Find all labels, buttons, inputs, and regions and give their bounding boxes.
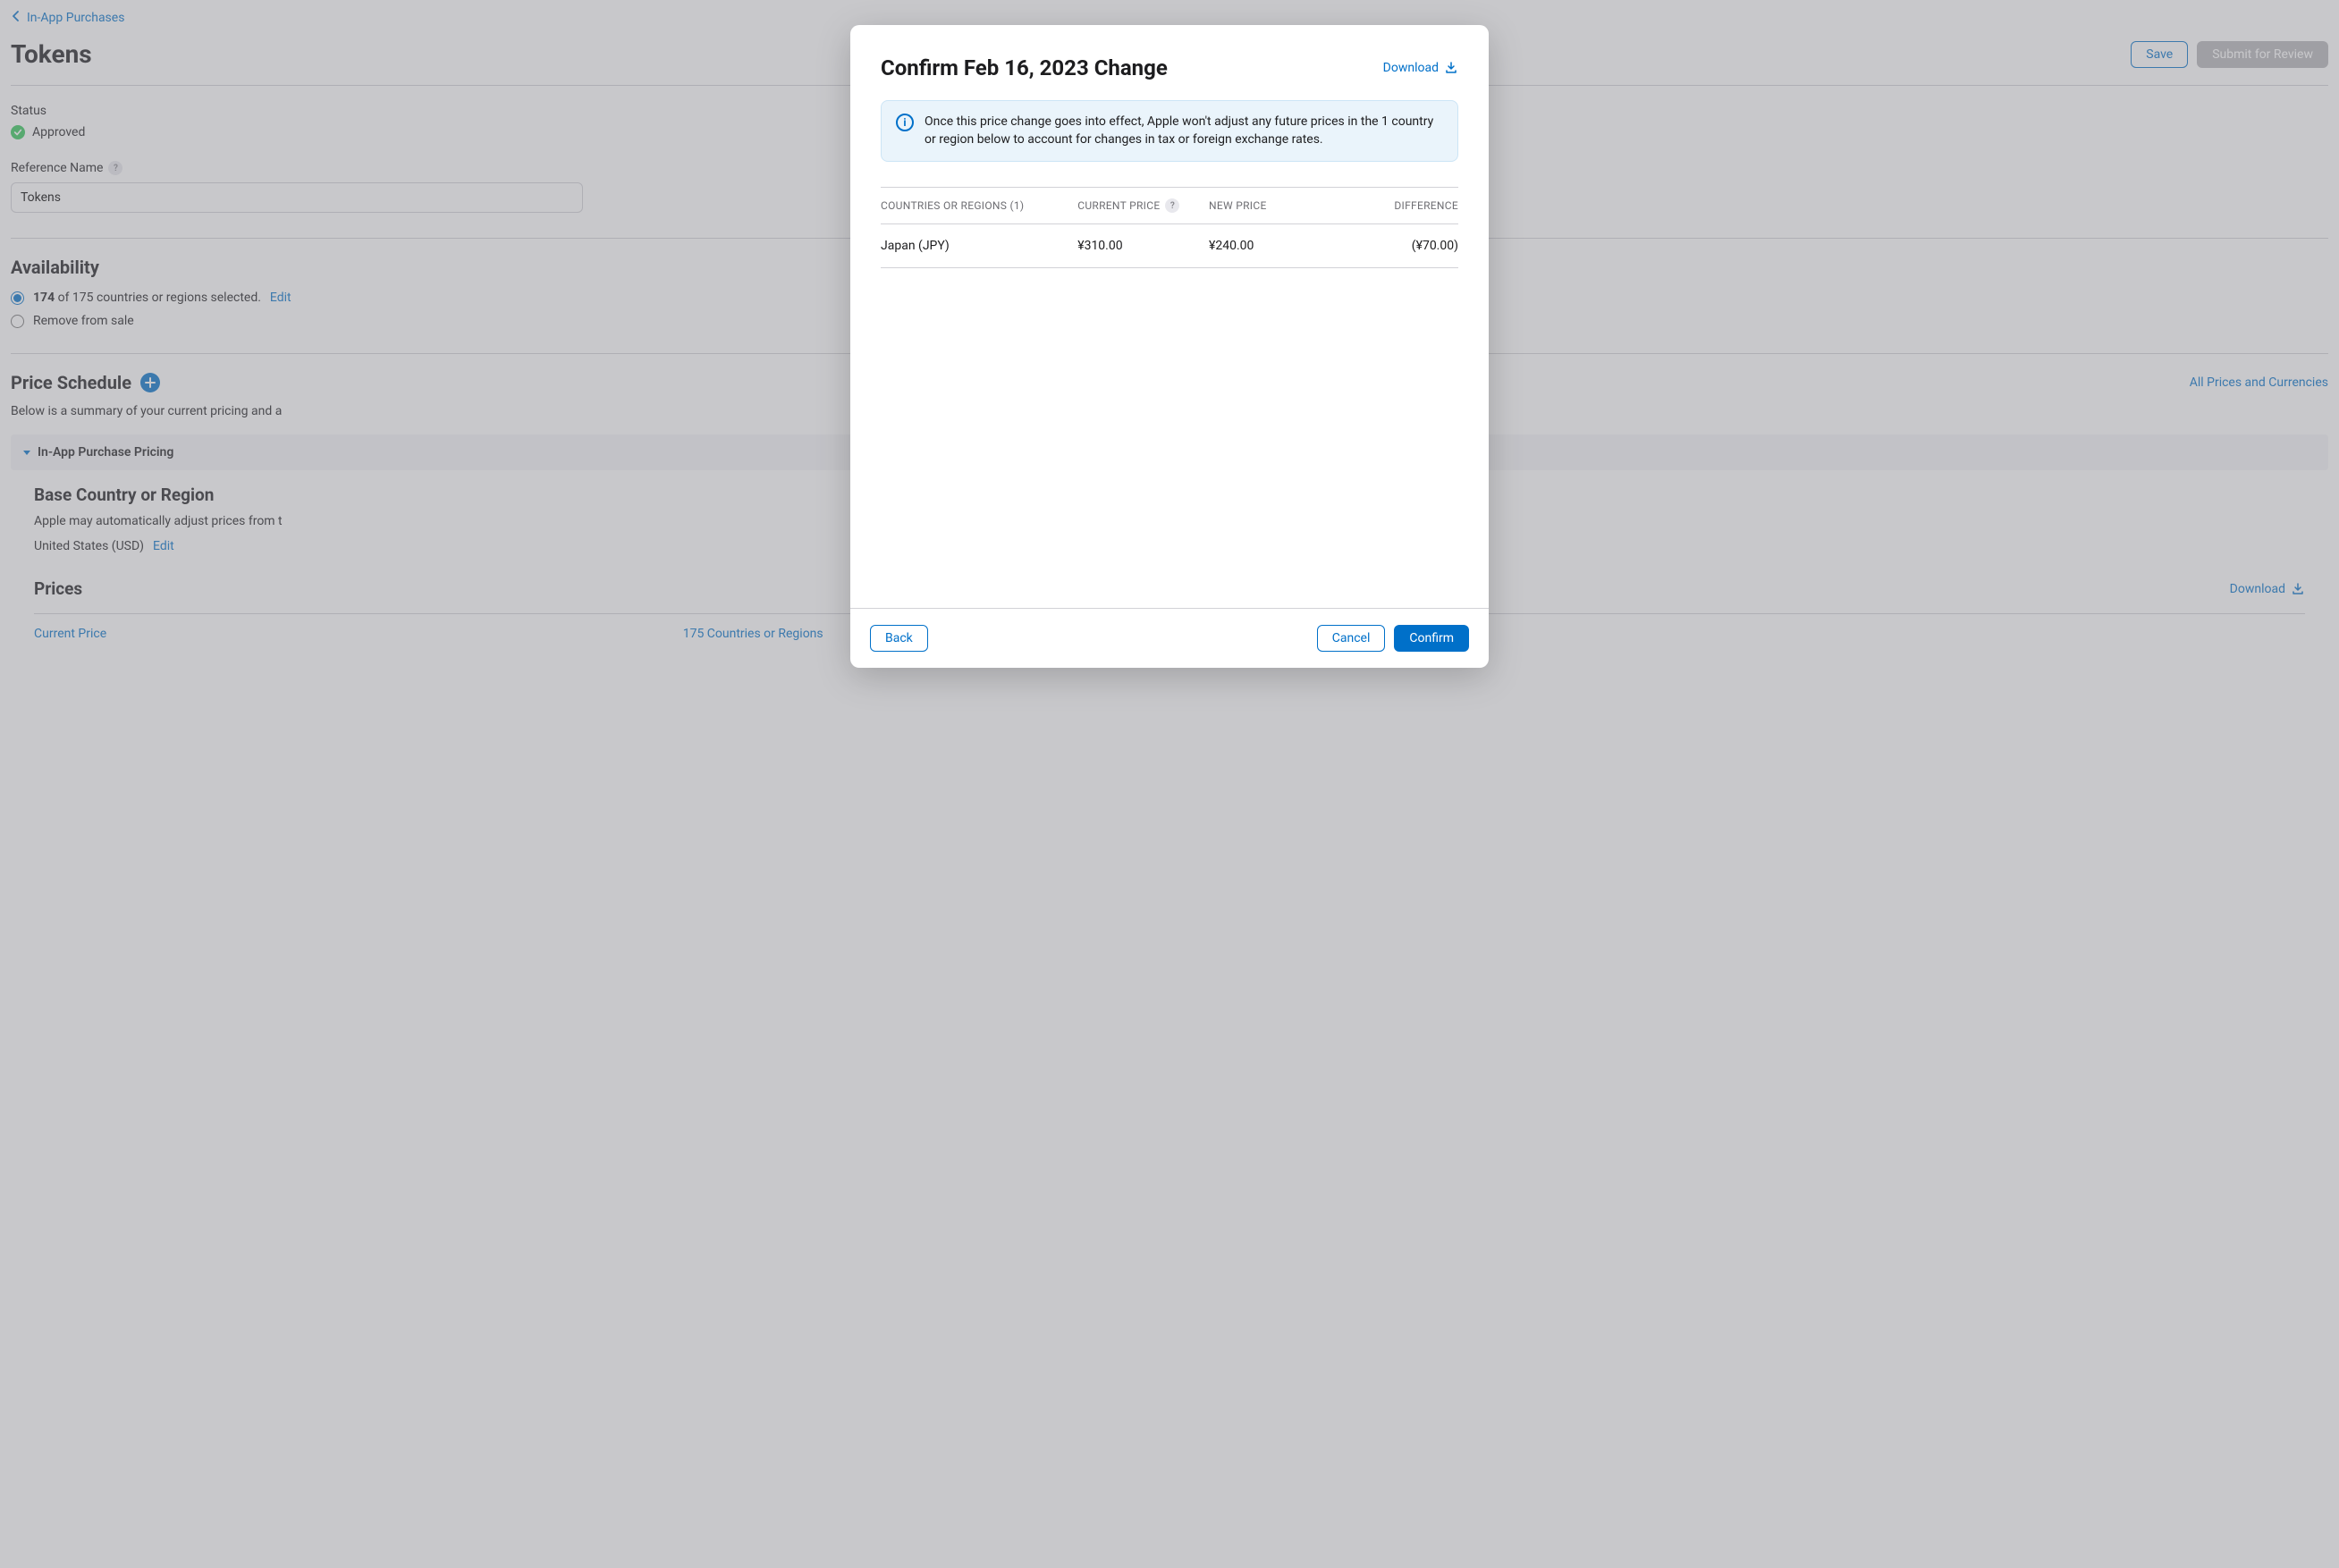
th-countries: COUNTRIES OR REGIONS (1): [881, 198, 1077, 213]
confirm-change-modal: Confirm Feb 16, 2023 Change Download i O…: [850, 25, 1489, 668]
info-icon: i: [896, 114, 914, 131]
modal-overlay: Confirm Feb 16, 2023 Change Download i O…: [0, 0, 2339, 1568]
modal-download-link[interactable]: Download: [1383, 61, 1458, 75]
th-new-price: NEW PRICE: [1209, 198, 1340, 213]
info-text: Once this price change goes into effect,…: [925, 114, 1443, 148]
th-current-price: CURRENT PRICE: [1077, 199, 1160, 212]
help-icon[interactable]: ?: [1165, 198, 1179, 213]
modal-download-label: Download: [1383, 61, 1439, 75]
confirm-button[interactable]: Confirm: [1394, 625, 1469, 652]
info-banner: i Once this price change goes into effec…: [881, 100, 1458, 162]
download-icon: [1444, 61, 1458, 75]
td-new: ¥240.00: [1209, 239, 1340, 253]
modal-table-header: COUNTRIES OR REGIONS (1) CURRENT PRICE ?…: [881, 187, 1458, 224]
back-button[interactable]: Back: [870, 625, 928, 652]
table-row: Japan (JPY) ¥310.00 ¥240.00 (¥70.00): [881, 224, 1458, 268]
th-difference: DIFFERENCE: [1340, 198, 1458, 213]
td-difference: (¥70.00): [1340, 239, 1458, 253]
cancel-button[interactable]: Cancel: [1317, 625, 1386, 652]
modal-title: Confirm Feb 16, 2023 Change: [881, 55, 1168, 80]
td-current: ¥310.00: [1077, 239, 1209, 253]
td-region: Japan (JPY): [881, 239, 1077, 253]
